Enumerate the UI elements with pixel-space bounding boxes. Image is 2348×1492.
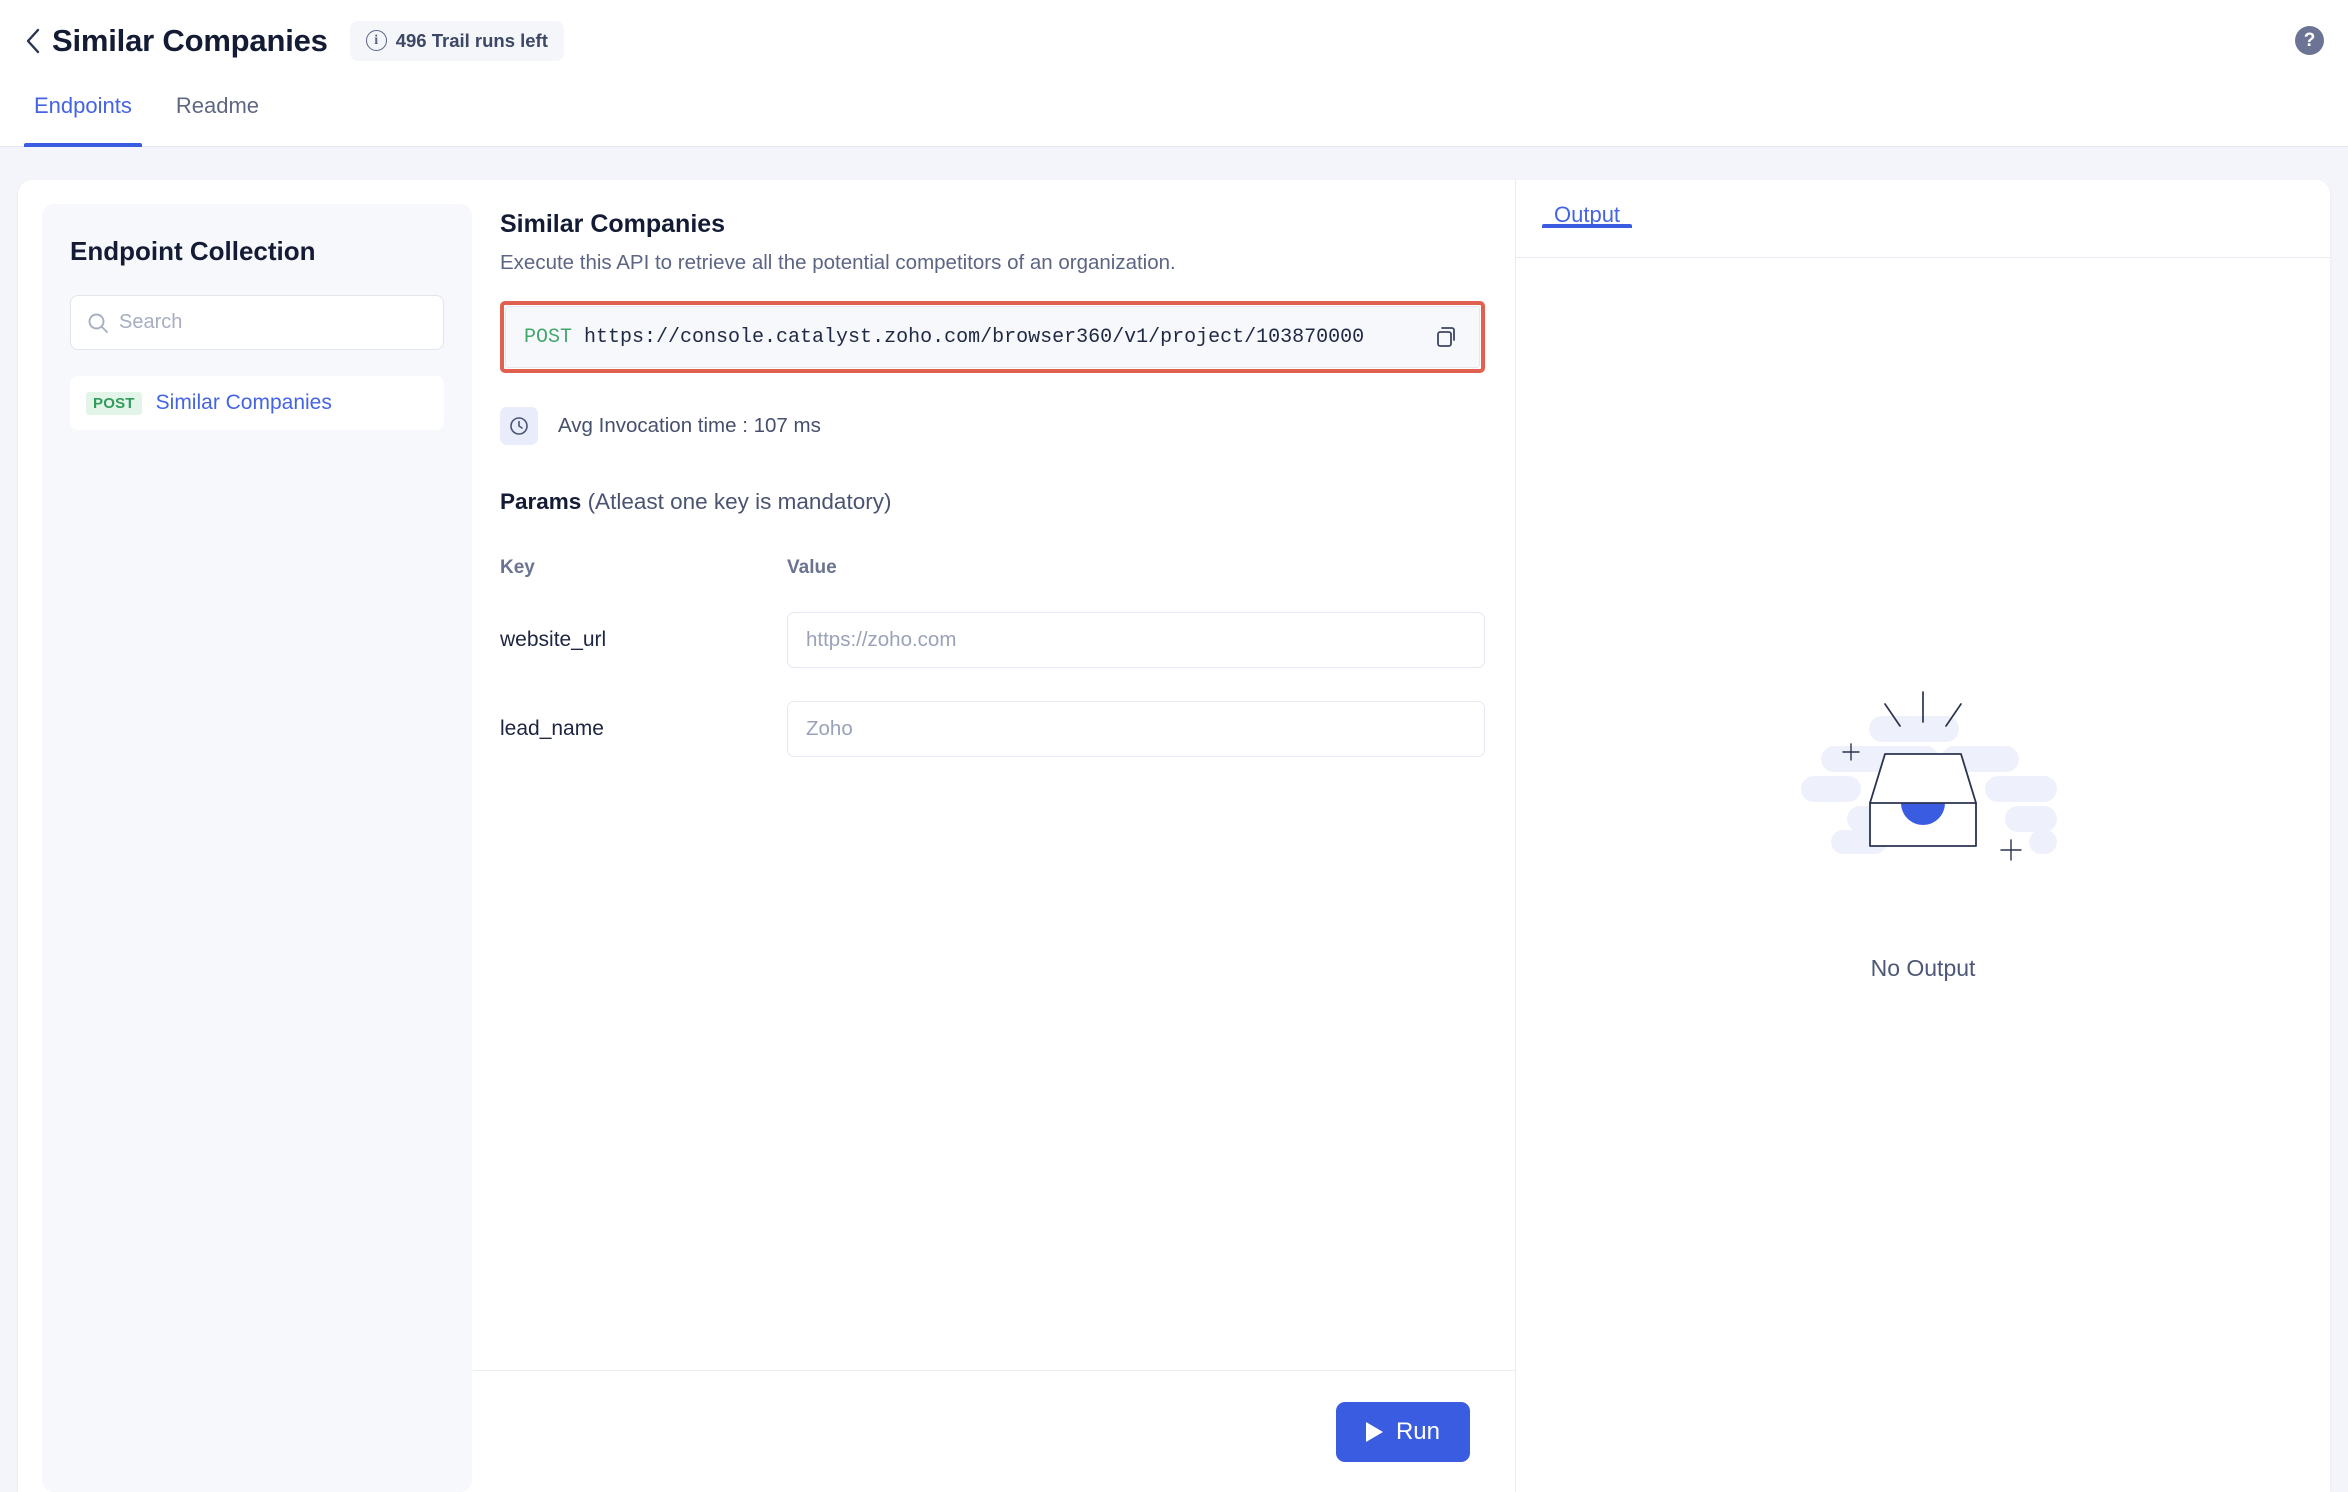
params-table: Key Value website_url lead_name [500,557,1485,757]
table-row: lead_name [500,701,1485,757]
output-pane: Output No Output [1516,180,2330,1492]
tab-output-label: Output [1554,202,1621,227]
params-heading-bold: Params [500,489,582,514]
empty-inbox-icon [1773,678,2073,913]
back-button[interactable] [22,26,44,56]
avg-invocation-label: Avg Invocation time : 107 ms [558,414,821,437]
sidebar-item-label: Similar Companies [155,391,332,414]
run-button[interactable]: Run [1335,1401,1470,1462]
endpoint-url-highlight: POST https://console.catalyst.zoho.com/b… [500,301,1485,373]
page-title: Similar Companies [52,22,328,58]
search-input[interactable] [119,311,443,334]
main-content-card: Endpoint Collection POST Similar Compani… [18,180,2330,1492]
search-icon [87,312,109,334]
endpoint-url-bar[interactable]: POST https://console.catalyst.zoho.com/b… [505,306,1480,368]
main-tabbar: Endpoints Readme [0,81,2348,147]
param-value-cell [787,612,1485,668]
no-output-label: No Output [1870,955,1976,981]
tab-output[interactable]: Output [1538,180,1636,228]
url-method-label: POST [524,325,573,349]
table-row: website_url [500,612,1485,668]
trail-runs-badge: i 496 Trail runs left [349,20,564,61]
tab-readme[interactable]: Readme [154,81,281,147]
tab-readme-label: Readme [175,93,260,118]
param-key-lead-name: lead_name [500,717,604,740]
output-empty-state: No Output [1516,258,2330,1492]
search-box[interactable] [70,295,444,350]
avg-invocation-row: Avg Invocation time : 107 ms [500,407,1475,445]
param-value-cell [787,701,1485,757]
trail-runs-label: 496 Trail runs left [395,29,548,51]
play-icon [1365,1421,1383,1442]
endpoint-collection-sidebar: Endpoint Collection POST Similar Compani… [42,204,472,1492]
endpoint-title: Similar Companies [500,210,726,238]
top-header-bar: Similar Companies i 496 Trail runs left … [0,0,2348,81]
tab-endpoints[interactable]: Endpoints [12,81,154,147]
chevron-left-icon [25,28,41,54]
sidebar-title: Endpoint Collection [70,236,316,266]
url-text: https://console.catalyst.zoho.com/browse… [584,325,1365,349]
params-heading: Params (Atleast one key is mandatory) [500,489,1475,515]
copy-icon[interactable] [1431,322,1461,352]
lead-name-input[interactable] [787,701,1485,757]
action-footer: Run [473,1370,1515,1492]
endpoint-description: Execute this API to retrieve all the pot… [500,251,1176,274]
tab-endpoints-label: Endpoints [34,93,132,118]
output-tabbar: Output [1516,180,2330,258]
param-key-website-url: website_url [500,628,607,651]
params-header-row: Key Value [500,557,1485,579]
run-button-label: Run [1395,1417,1440,1445]
endpoint-detail-pane: Similar Companies Execute this API to re… [473,180,1516,1492]
method-badge-post: POST [86,391,142,415]
params-heading-note: (Atleast one key is mandatory) [581,489,892,514]
clock-icon [500,407,538,445]
info-icon: i [365,30,387,51]
help-icon[interactable]: ? [2295,26,2324,55]
params-column-value: Value [787,557,837,578]
params-column-key: Key [500,557,535,578]
website-url-input[interactable] [787,612,1485,668]
sidebar-item-similar-companies[interactable]: POST Similar Companies [70,376,444,430]
